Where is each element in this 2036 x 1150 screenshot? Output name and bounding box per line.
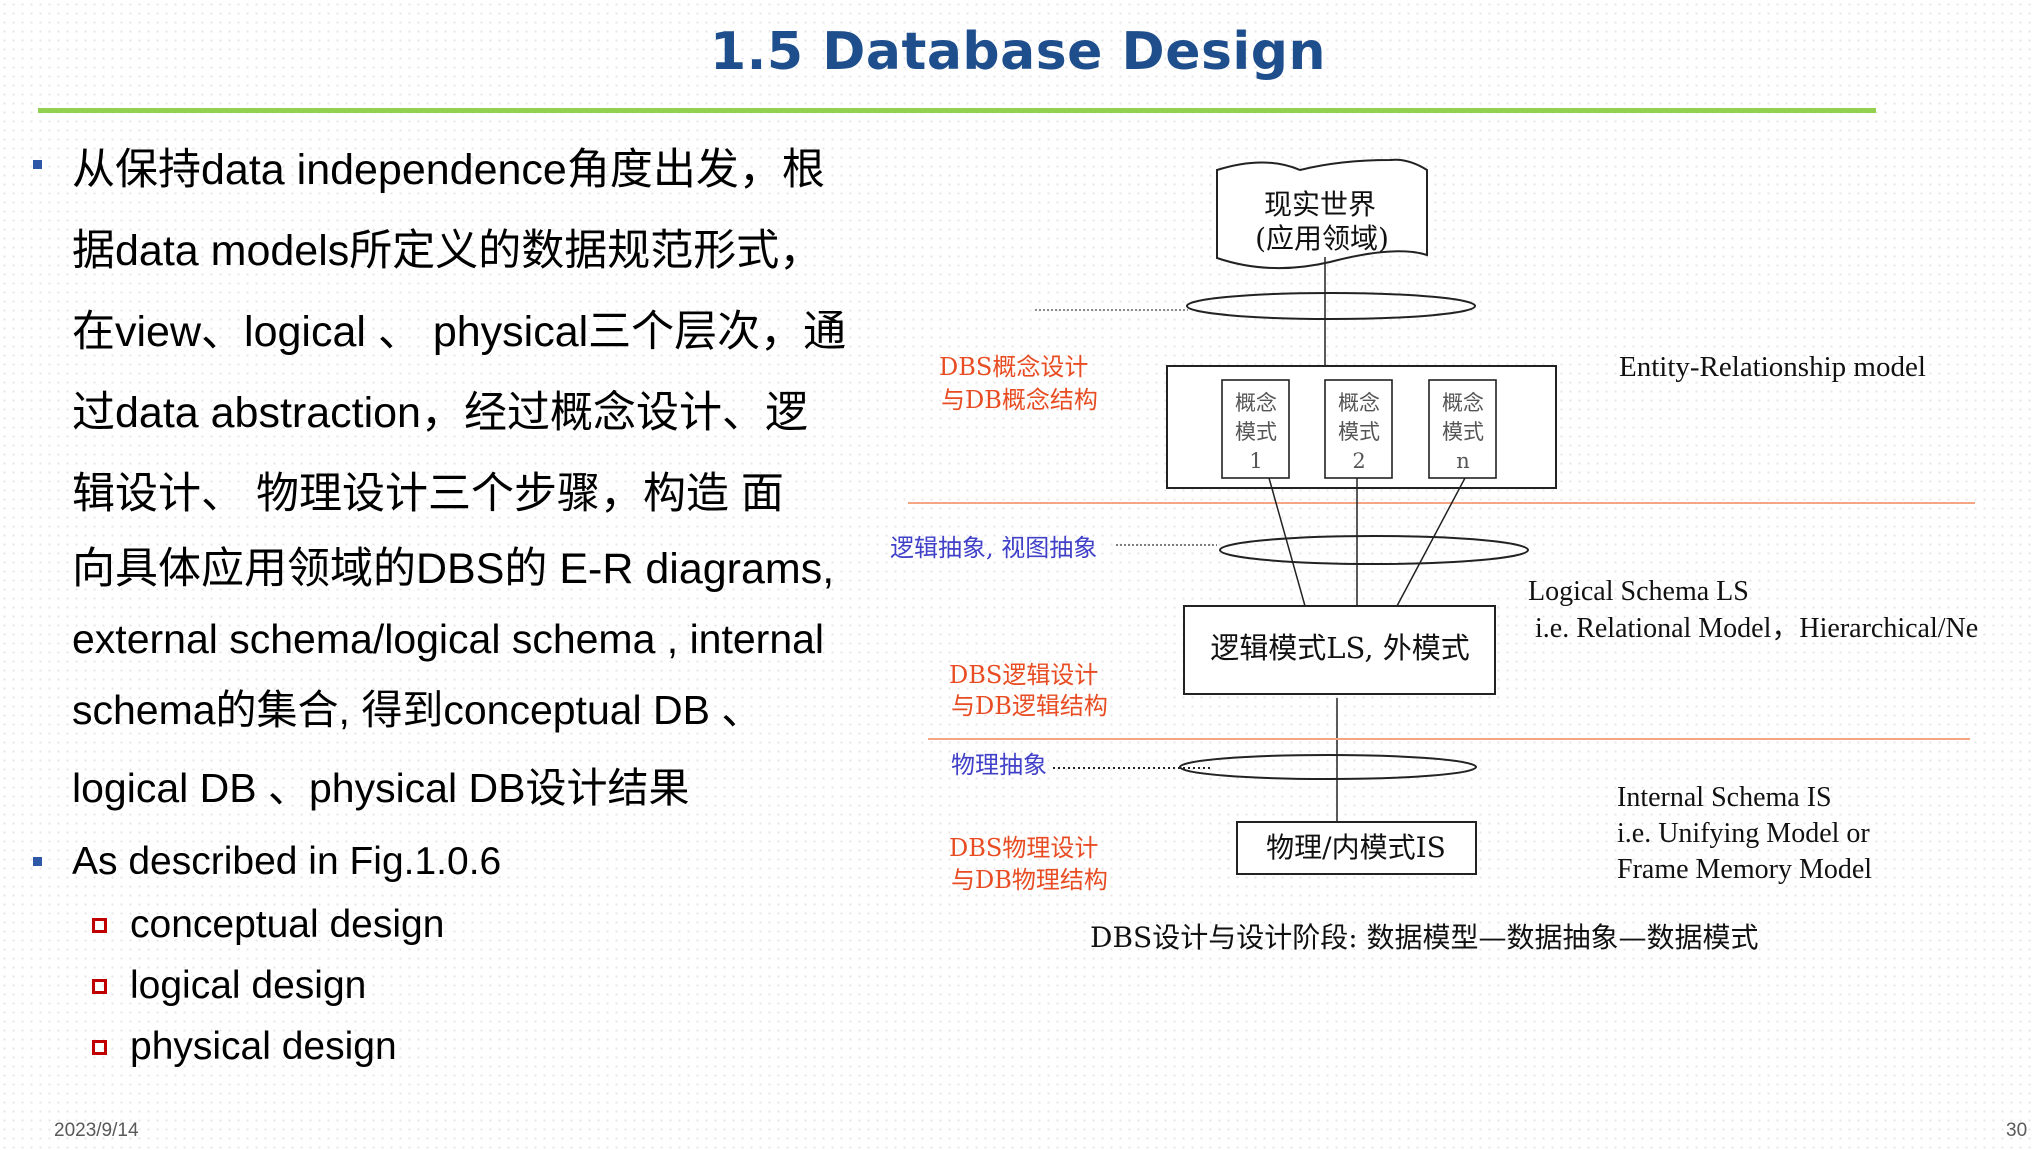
real-world-label: (应用领域) [1255,222,1389,255]
logical-schema-label: i.e. Relational Model，Hierarchical/Ne [1535,613,1978,644]
conceptual-box-text: 概念 [1338,391,1380,415]
internal-schema-label: i.e. Unifying Model or [1617,818,1870,849]
conceptual-box-text: 模式 [1442,420,1484,444]
page-number: 30 [2006,1120,2028,1141]
connector-line [1396,477,1466,607]
conceptual-design-label: 与DB概念结构 [941,386,1098,414]
logical-abstraction-label: 逻辑抽象, 视图抽象 [890,534,1097,562]
logical-box-text: 逻辑模式LS, 外模式 [1210,631,1470,665]
footer-date: 2023/9/14 [54,1120,139,1141]
conceptual-box-text: 模式 [1235,420,1277,444]
physical-box-text: 物理/内模式IS [1266,831,1446,864]
conceptual-box-text: 2 [1352,449,1365,473]
internal-schema-label: Internal Schema IS [1617,782,1832,813]
logical-schema-label: Logical Schema LS [1528,576,1749,607]
physical-abstraction-label: 物理抽象 [951,751,1047,779]
conceptual-design-label: DBS概念设计 [939,353,1088,381]
abstraction-ellipse [1219,535,1529,565]
connector-line [1268,477,1306,607]
internal-schema-label: Frame Memory Model [1617,854,1872,885]
conceptual-box-text: 概念 [1235,391,1277,415]
conceptual-box-text: 模式 [1338,420,1380,444]
abstraction-ellipse [1179,754,1477,780]
real-world-label: 现实世界 [1264,188,1376,221]
conceptual-box-text: 1 [1249,449,1262,473]
physical-design-label: 与DB物理结构 [951,866,1108,894]
conceptual-box-text: n [1456,449,1470,473]
conceptual-box-text: 概念 [1442,391,1484,415]
logical-design-label: DBS逻辑设计 [949,661,1098,689]
database-design-diagram: 现实世界 (应用领域) 概念 模式 1 概念 模式 2 概念 模式 n DBS概… [890,158,1978,954]
er-model-label: Entity-Relationship model [1619,351,1926,383]
diagram-caption: DBS设计与设计阶段: 数据模型—数据抽象—数据模式 [1090,921,1759,954]
logical-design-label: 与DB逻辑结构 [951,692,1108,720]
abstraction-ellipse [1186,292,1476,320]
physical-design-label: DBS物理设计 [949,834,1098,862]
